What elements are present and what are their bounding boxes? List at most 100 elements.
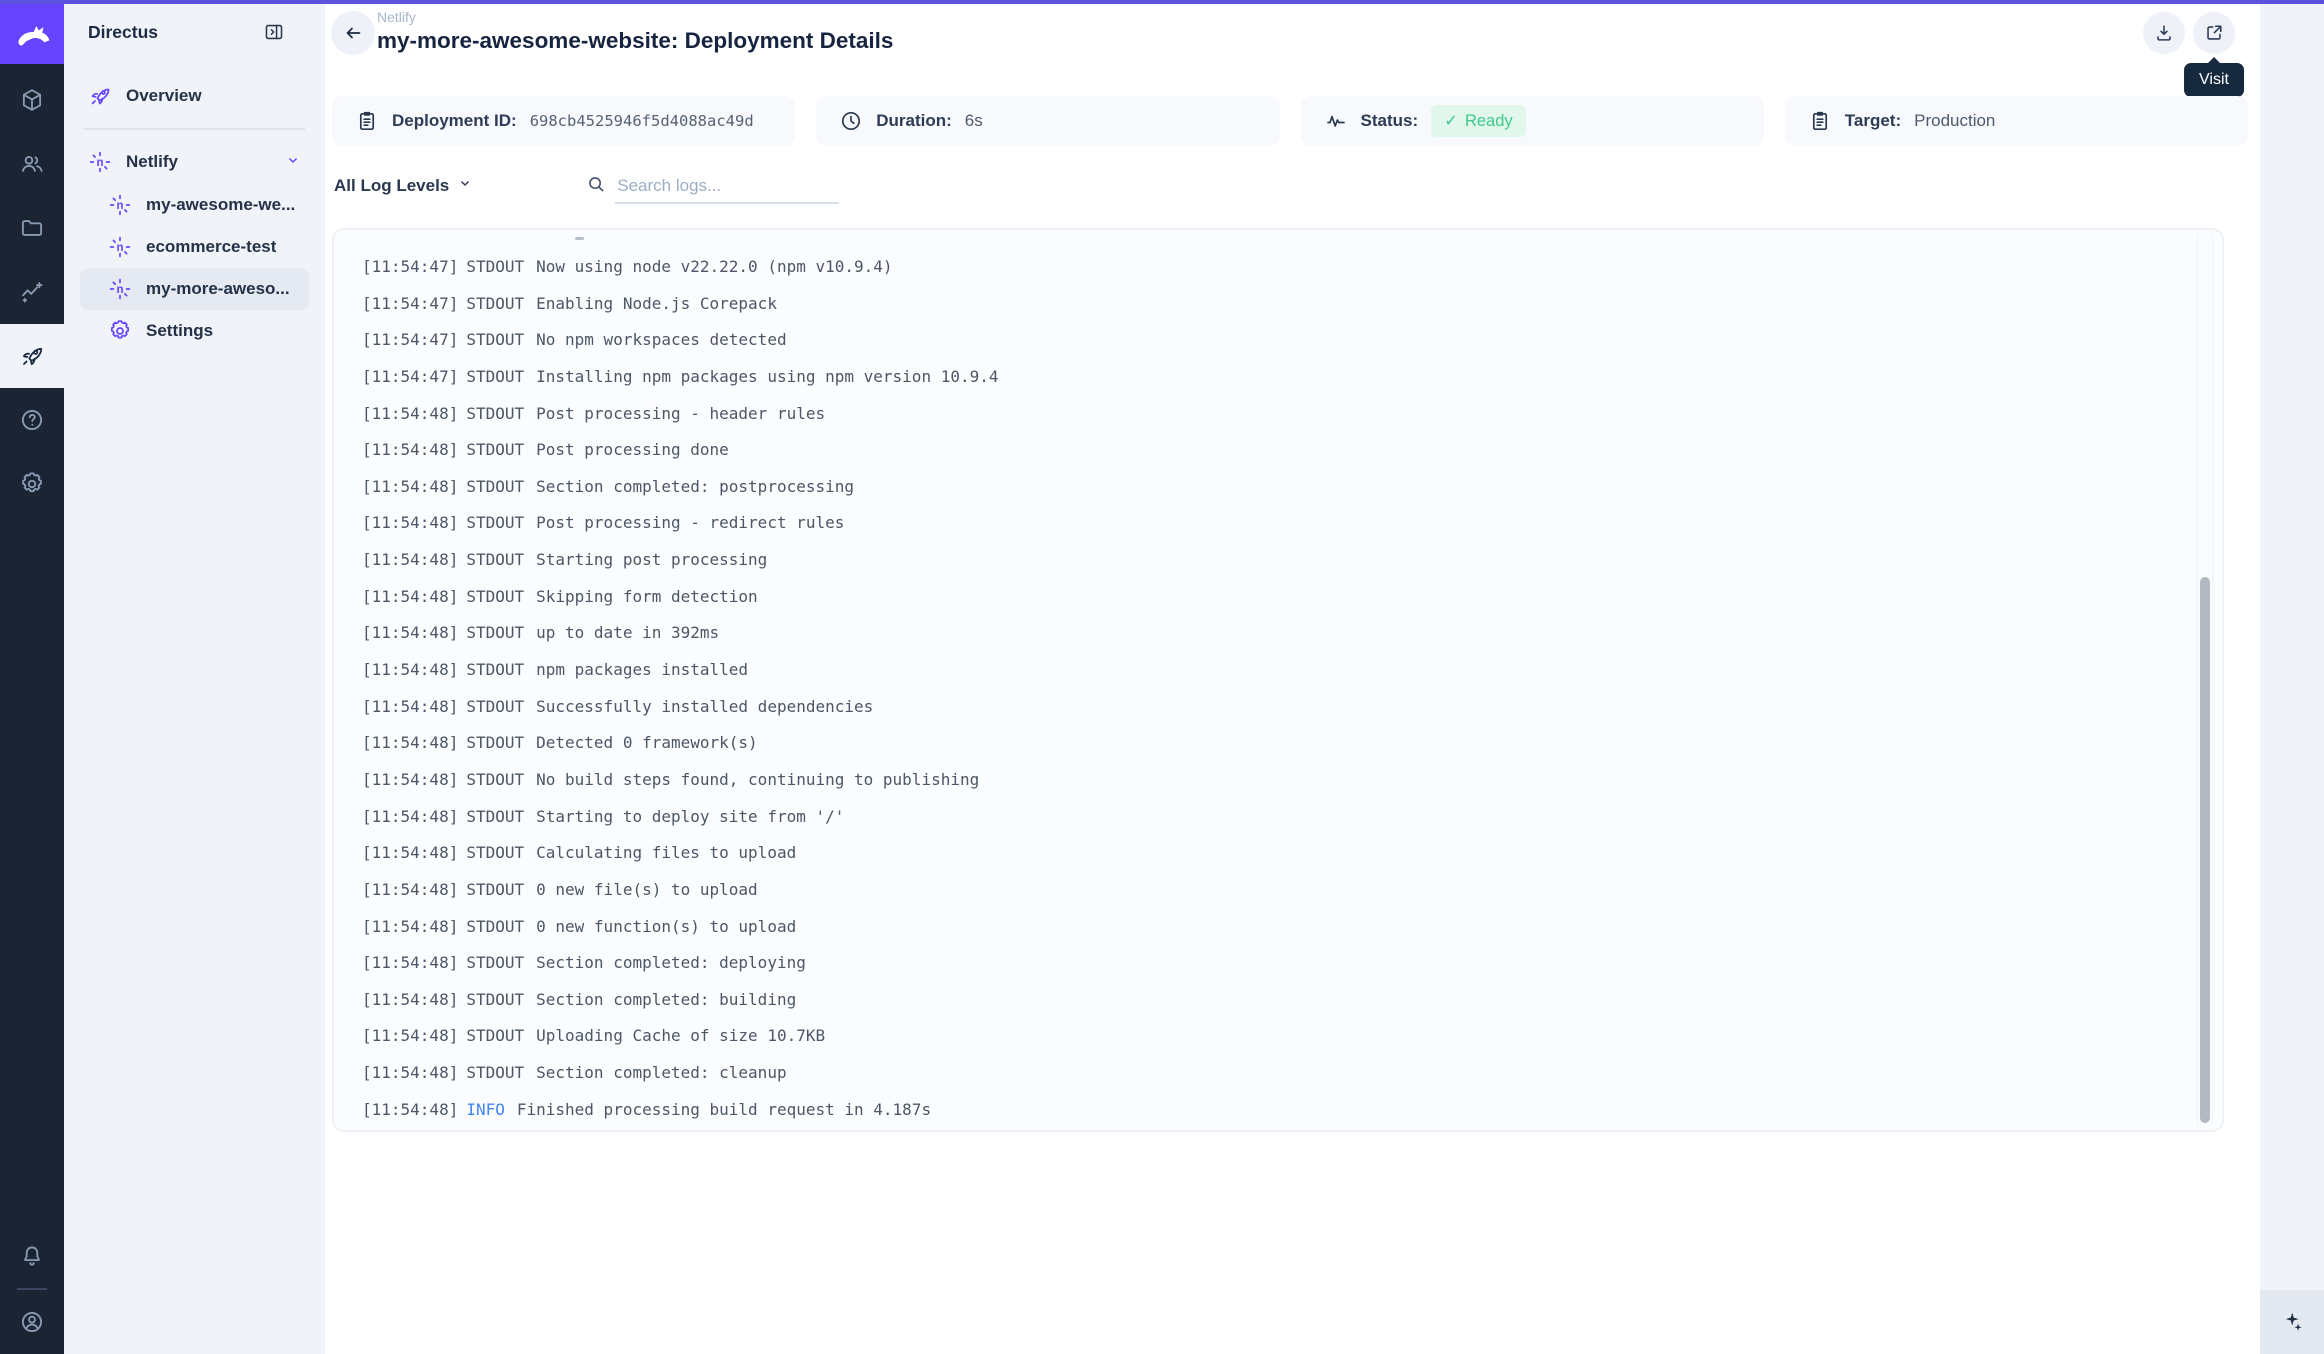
account-icon [19,1309,45,1335]
clipboard-icon [1808,109,1832,133]
log-level-filter[interactable]: All Log Levels [334,173,475,204]
svg-text:n: n [116,242,123,254]
rocket-icon [19,343,45,369]
bell-icon [19,1243,45,1269]
module-netlify[interactable] [0,324,64,388]
sidebar-header: Directus [64,0,325,64]
log-timestamp: [11:54:48] [362,953,458,972]
log-level: STDOUT [466,367,524,386]
log-line: [11:54:48]STDOUT0 new file(s) to upload [362,872,2178,909]
log-level: STDOUT [466,660,524,679]
log-scrollbar-thumb[interactable] [2200,577,2210,1123]
log-timestamp: [11:54:48] [362,587,458,606]
sidebar-item-ecommerce-test[interactable]: n ecommerce-test [80,226,309,268]
card-label: Target: [1845,111,1901,131]
log-level: STDOUT [466,257,524,276]
log-level: STDOUT [466,587,524,606]
sidebar-item-label: ecommerce-test [146,237,276,257]
chevron-down-icon [283,150,303,170]
log-line: [11:54:48]STDOUTSection completed: build… [362,982,2178,1019]
directus-rabbit-icon [13,13,51,51]
log-line: [11:54:48]STDOUTStarting to deploy site … [362,799,2178,836]
log-filter-row: All Log Levels [334,170,839,204]
log-level: STDOUT [466,697,524,716]
search-input[interactable] [615,172,839,204]
log-message: npm packages installed [536,660,748,679]
log-message: Section completed: postprocessing [536,477,854,496]
module-users[interactable] [0,132,64,196]
log-level: STDOUT [466,513,524,532]
log-timestamp: [11:54:48] [362,733,458,752]
log-message: Post processing - header rules [536,404,825,423]
sidebar-item-my-awesome-we[interactable]: nmy-awesome-we... [80,184,309,226]
info-card-duration: Duration:6s [816,96,1279,146]
log-line: [11:54:48]STDOUTDetected 0 framework(s) [362,725,2178,762]
sidebar-item-label: Netlify [126,152,178,172]
sidebar-item-overview[interactable]: Overview [80,74,309,118]
log-level: STDOUT [466,843,524,862]
log-line: [11:54:47]STDOUTInstalling npm packages … [362,359,2178,396]
info-card-status: Status:✓Ready [1301,96,1764,146]
svg-text:n: n [96,157,103,169]
log-line: [11:54:48]INFOFinished processing build … [362,1092,2178,1129]
gear-icon [108,319,132,343]
log-line: [11:54:48]STDOUTUploading Cache of size … [362,1018,2178,1055]
back-button[interactable] [331,11,375,55]
visit-button[interactable] [2193,12,2235,54]
log-timestamp: [11:54:48] [362,513,458,532]
log-line: [11:54:47] STDOUT Now using node v22.22.0 … [362,249,2178,286]
module-content[interactable] [0,68,64,132]
log-message: 0 new function(s) to upload [536,917,796,936]
rocket-icon [88,84,112,108]
log-timestamp: [11:54:48] [362,697,458,716]
check-icon: ✓ [1444,111,1458,131]
module-insights[interactable] [0,260,64,324]
log-message: Post processing - redirect rules [536,513,844,532]
log-message: 0 new file(s) to upload [536,880,758,899]
search-icon [585,173,607,204]
sidebar-item-netlify[interactable]: n Netlify [80,140,309,184]
log-timestamp: [11:54:48] [362,917,458,936]
sidebar-item-label: my-more-aweso... [146,279,290,299]
log-search [585,172,839,204]
download-icon [2153,22,2175,44]
log-timestamp: [11:54:48] [362,880,458,899]
module-settings[interactable] [0,452,64,516]
account-button[interactable] [0,1290,64,1354]
nav-divider [84,128,305,130]
status-badge: ✓Ready [1431,105,1526,137]
log-message: Uploading Cache of size 10.7KB [536,1026,825,1045]
log-timestamp: [11:54:48] [362,660,458,679]
notifications-button[interactable] [0,1224,64,1288]
waveform-icon [1324,109,1348,133]
arrow-left-icon [341,21,365,45]
collapse-sidebar-button[interactable] [263,21,285,43]
log-level: STDOUT [466,330,524,349]
log-message: No build steps found, continuing to publ… [536,770,979,789]
log-message: Successfully installed dependencies [536,697,873,716]
log-timestamp: [11:54:48] [362,990,458,1009]
log-line: [11:54:48]STDOUTSection completed: deplo… [362,945,2178,982]
log-scrollbar[interactable] [2197,234,2213,1126]
log-timestamp: [11:54:47] [362,257,458,276]
chevron-down-icon [283,150,303,175]
download-button[interactable] [2143,12,2185,54]
log-level: STDOUT [466,990,524,1009]
log-level: STDOUT [466,440,524,459]
sparkles-icon [2279,1309,2305,1335]
project-title: Directus [88,22,263,43]
module-help[interactable] [0,388,64,452]
log-line: [11:54:48]STDOUT0 new function(s) to upl… [362,909,2178,946]
log-message: Now using node v22.22.0 (npm v10.9.4) [536,257,892,276]
module-files[interactable] [0,196,64,260]
log-message: Enabling Node.js Corepack [536,294,777,313]
sidebar-item-settings[interactable]: Settings [80,310,309,352]
directus-logo[interactable] [0,0,64,64]
chevron-down-icon [455,173,475,198]
log-timestamp: [11:54:48] [362,623,458,642]
sidebar-item-label: Overview [126,86,202,106]
ai-assistant-button[interactable] [2260,1290,2324,1354]
log-level: STDOUT [466,953,524,972]
log-level: STDOUT [466,1026,524,1045]
sidebar-item-my-more-aweso[interactable]: nmy-more-aweso... [80,268,309,310]
